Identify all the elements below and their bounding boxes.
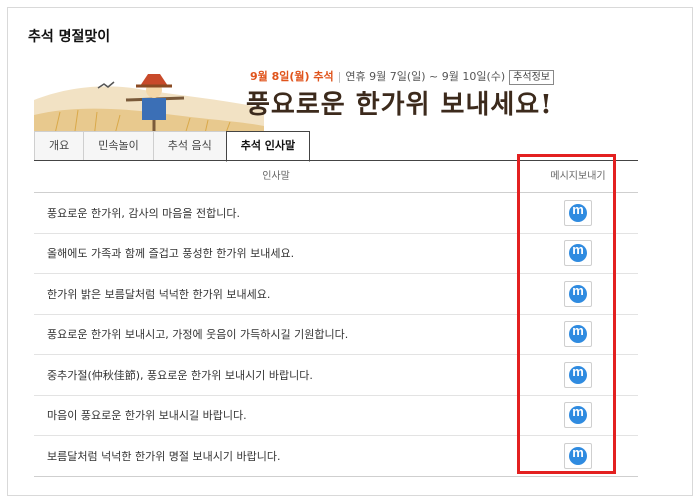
chuseok-info-button[interactable]: 추석정보	[509, 70, 554, 85]
tab-chuseok-food[interactable]: 추석 음식	[152, 131, 226, 161]
chuseok-date: 9월 8일(월) 추석	[250, 70, 334, 83]
holiday-date-line: 9월 8일(월) 추석 | 연휴 9월 7일(일) ~ 9월 10일(수) 추석정보	[250, 68, 554, 85]
greeting-text: 중추가절(仲秋佳節), 풍요로운 한가위 보내시기 바랍니다.	[47, 368, 313, 382]
tab-overview[interactable]: 개요	[34, 131, 84, 161]
banner-slogan: 풍요로운 한가위 보내세요!	[246, 90, 553, 120]
send-column-highlight-box	[517, 154, 616, 474]
greeting-text: 풍요로운 한가위, 감사의 마음을 전합니다.	[47, 206, 241, 220]
greeting-text: 풍요로운 한가위 보내시고, 가정에 웃음이 가득하시길 기원합니다.	[47, 328, 349, 342]
greeting-text: 마음이 풍요로운 한가위 보내시길 바랍니다.	[47, 409, 247, 423]
tab-bar: 개요 민속놀이 추석 음식 추석 인사말	[34, 131, 311, 162]
holiday-range: 연휴 9월 7일(일) ~ 9월 10일(수)	[345, 70, 506, 83]
chuseok-banner: 9월 8일(월) 추석 | 연휴 9월 7일(일) ~ 9월 10일(수) 추석정보 …	[34, 60, 634, 138]
tab-chuseok-greetings[interactable]: 추석 인사말	[225, 131, 311, 162]
tab-folk-games[interactable]: 민속놀이	[83, 131, 153, 161]
greeting-text: 보름달처럼 넉넉한 한가위 명절 보내시기 바랍니다.	[47, 449, 281, 463]
column-header-message: 인사말	[262, 171, 290, 182]
scarecrow-field-illustration	[34, 74, 264, 138]
page-title: 추석 명절맞이	[28, 29, 111, 45]
greeting-text: 올해에도 가족과 함께 즐겁고 풍성한 한가위 보내세요.	[47, 247, 295, 261]
greeting-text: 한가위 밝은 보름달처럼 넉넉한 한가위 보내세요.	[47, 287, 271, 301]
